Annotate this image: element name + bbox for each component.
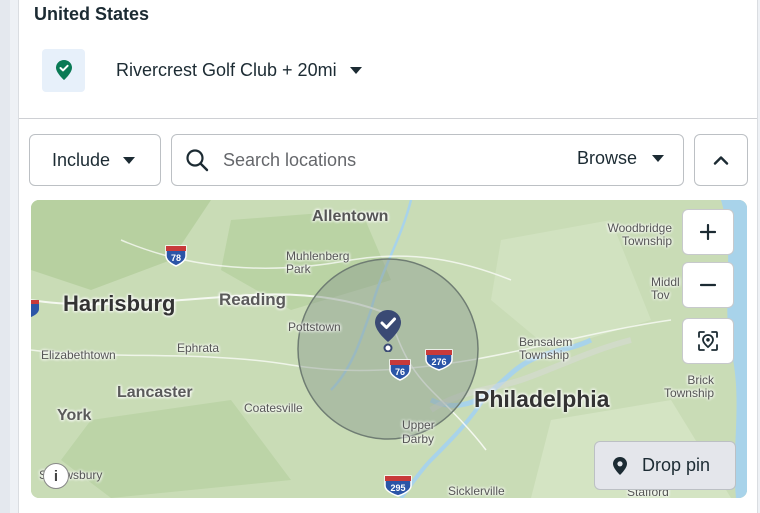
interstate-shield-icon	[31, 300, 39, 317]
recenter-location-button[interactable]	[682, 318, 734, 364]
interstate-shield-icon: 78	[165, 245, 187, 267]
include-exclude-dropdown[interactable]: Include	[29, 134, 161, 186]
map-label-ephrata: Ephrata	[177, 341, 220, 355]
svg-text:295: 295	[390, 483, 405, 493]
zoom-out-button[interactable]	[682, 262, 734, 308]
location-search-box[interactable]: Browse	[171, 134, 684, 186]
map-label-harrisburg: Harrisburg	[63, 291, 176, 316]
map-label-upper-darby: Upper Darby	[402, 418, 435, 446]
location-targeting-panel: United States Rivercrest Golf Club + 20m…	[18, 0, 758, 513]
interstate-shield-icon: 276	[425, 349, 453, 371]
map-label-philadelphia: Philadelphia	[474, 386, 610, 412]
caret-down-icon	[122, 156, 136, 165]
map-label-reading: Reading	[219, 290, 287, 309]
map-label-brick: Brick Township	[663, 373, 714, 400]
map-label-woodbridge: Woodbridge Township	[607, 221, 673, 248]
map-info-icon[interactable]: i	[43, 463, 69, 489]
interstate-shield-icon: 76	[389, 359, 411, 381]
search-locations-input[interactable]	[223, 149, 553, 171]
include-label: Include	[52, 149, 111, 170]
minus-icon	[700, 283, 716, 287]
caret-down-icon	[651, 154, 665, 163]
drop-pin-label: Drop pin	[642, 455, 711, 475]
region-title: United States	[34, 4, 150, 24]
location-icon-box	[42, 48, 85, 92]
plus-icon	[700, 224, 716, 240]
collapse-map-button[interactable]	[694, 134, 748, 186]
selected-location-row[interactable]: Rivercrest Golf Club + 20mi	[42, 48, 363, 92]
chevron-up-icon	[713, 156, 729, 165]
map-pin-check-icon	[55, 60, 72, 80]
map-pin-icon	[613, 456, 627, 475]
map-label-lancaster: Lancaster	[117, 384, 193, 401]
browse-dropdown[interactable]: Browse	[577, 148, 665, 169]
interstate-shield-icon: 295	[384, 475, 412, 497]
search-icon	[186, 149, 209, 172]
caret-down-icon[interactable]	[349, 66, 363, 75]
selected-location-pin-icon	[375, 310, 401, 352]
svg-text:276: 276	[431, 357, 446, 367]
map-label-bensalem: Bensalem Township	[519, 335, 573, 362]
drop-pin-button[interactable]: Drop pin	[594, 441, 736, 490]
outer-sidebar-edge	[0, 0, 10, 513]
map-label-pottstown: Pottstown	[288, 320, 341, 334]
map-label-sicklerville: Sicklerville	[448, 484, 505, 498]
map-label-york: York	[57, 407, 92, 424]
svg-text:76: 76	[395, 367, 405, 377]
map-label-allentown: Allentown	[312, 208, 389, 225]
map-label-muhlenberg: Muhlenberg Park	[286, 249, 350, 276]
location-focus-icon	[698, 331, 718, 351]
zoom-in-button[interactable]	[682, 209, 734, 255]
location-map[interactable]: Allentown Woodbridge Township Muhlenberg…	[31, 200, 747, 498]
map-label-coatesville: Coatesville	[244, 401, 303, 415]
browse-label: Browse	[576, 148, 637, 168]
map-label-elizabethtown: Elizabethtown	[41, 348, 116, 362]
section-divider	[19, 118, 757, 119]
svg-text:78: 78	[171, 253, 181, 263]
selected-location-label: Rivercrest Golf Club + 20mi	[116, 59, 337, 80]
